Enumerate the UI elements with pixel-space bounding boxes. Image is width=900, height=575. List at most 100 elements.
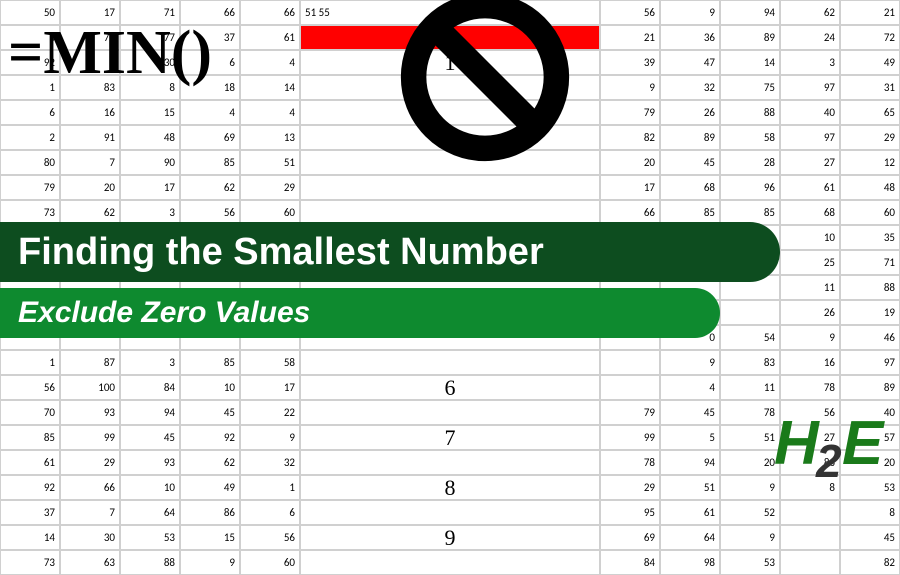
grid-cell: 58 (240, 350, 300, 375)
grid-cell: 49 (180, 475, 240, 500)
title-text: Finding the Smallest Number (18, 231, 544, 274)
grid-cell: 70 (0, 400, 60, 425)
grid-cell: 20 (720, 450, 780, 475)
grid-cell-center (300, 175, 600, 200)
grid-cell: 53 (720, 550, 780, 575)
grid-cell: 2 (0, 125, 60, 150)
grid-cell: 8 (840, 500, 900, 525)
grid-cell: 53 (120, 525, 180, 550)
grid-cell: 48 (840, 175, 900, 200)
grid-cell: 58 (720, 125, 780, 150)
grid-cell: 71 (840, 250, 900, 275)
grid-cell: 11 (720, 375, 780, 400)
grid-cell: 92 (0, 475, 60, 500)
grid-cell: 10 (780, 225, 840, 250)
grid-cell: 21 (600, 25, 660, 50)
grid-cell: 16 (780, 350, 840, 375)
grid-cell: 17 (120, 175, 180, 200)
grid-cell: 9 (180, 550, 240, 575)
grid-cell: 24 (780, 25, 840, 50)
grid-cell: 69 (600, 525, 660, 550)
grid-cell-center: 6 (300, 375, 600, 400)
grid-cell: 62 (180, 175, 240, 200)
grid-cell: 72 (840, 25, 900, 50)
grid-cell-center (300, 500, 600, 525)
grid-cell: 78 (780, 375, 840, 400)
grid-cell: 13 (240, 125, 300, 150)
grid-cell: 29 (240, 175, 300, 200)
grid-cell: 4 (180, 100, 240, 125)
grid-cell: 62 (780, 0, 840, 25)
grid-cell: 56 (0, 375, 60, 400)
grid-cell: 27 (780, 150, 840, 175)
grid-cell (780, 550, 840, 575)
grid-cell: 88 (120, 550, 180, 575)
grid-cell: 26 (660, 100, 720, 125)
grid-cell: 82 (840, 550, 900, 575)
grid-cell: 6 (240, 500, 300, 525)
grid-cell: 97 (840, 350, 900, 375)
grid-cell: 64 (660, 525, 720, 550)
grid-cell: 9 (600, 75, 660, 100)
grid-cell: 15 (120, 100, 180, 125)
grid-cell: 93 (120, 450, 180, 475)
subtitle-banner: Exclude Zero Values (0, 288, 720, 338)
grid-cell: 80 (0, 150, 60, 175)
grid-cell: 75 (720, 75, 780, 100)
grid-cell: 29 (600, 475, 660, 500)
grid-cell: 56 (600, 0, 660, 25)
grid-cell: 14 (0, 525, 60, 550)
grid-cell-center: 8 (300, 475, 600, 500)
grid-cell: 94 (720, 0, 780, 25)
grid-cell: 61 (660, 500, 720, 525)
grid-cell: 9 (780, 325, 840, 350)
grid-cell: 11 (780, 275, 840, 300)
grid-cell-center: 7 (300, 425, 600, 450)
grid-cell: 10 (180, 375, 240, 400)
grid-cell: 3 (780, 50, 840, 75)
grid-cell (720, 300, 780, 325)
grid-cell: 88 (840, 275, 900, 300)
grid-cell: 61 (0, 450, 60, 475)
grid-cell: 65 (840, 100, 900, 125)
grid-cell: 4 (240, 100, 300, 125)
grid-cell: 86 (180, 500, 240, 525)
grid-cell: 66 (60, 475, 120, 500)
grid-cell: 7 (60, 500, 120, 525)
grid-cell: 15 (180, 525, 240, 550)
grid-cell: 51 (660, 475, 720, 500)
grid-cell: 45 (660, 150, 720, 175)
grid-cell: 25 (780, 250, 840, 275)
grid-cell: 99 (600, 425, 660, 450)
grid-cell (780, 500, 840, 525)
grid-cell: 4 (240, 50, 300, 75)
grid-cell: 40 (780, 100, 840, 125)
grid-cell: 26 (780, 300, 840, 325)
grid-cell: 1 (240, 475, 300, 500)
grid-cell: 54 (720, 325, 780, 350)
grid-cell: 61 (240, 25, 300, 50)
grid-cell: 63 (60, 550, 120, 575)
grid-cell (600, 375, 660, 400)
grid-cell: 96 (720, 175, 780, 200)
grid-cell: 84 (600, 550, 660, 575)
grid-cell: 14 (720, 50, 780, 75)
grid-cell: 64 (120, 500, 180, 525)
grid-cell: 45 (660, 400, 720, 425)
grid-cell: 97 (780, 75, 840, 100)
grid-cell: 32 (240, 450, 300, 475)
grid-cell: 48 (120, 125, 180, 150)
grid-cell: 60 (840, 200, 900, 225)
grid-cell: 91 (60, 125, 120, 150)
grid-cell: 51 (720, 425, 780, 450)
grid-cell: 39 (600, 50, 660, 75)
grid-cell: 9 (240, 425, 300, 450)
grid-cell-center (300, 450, 600, 475)
grid-cell: 68 (780, 200, 840, 225)
grid-cell: 56 (240, 525, 300, 550)
grid-cell: 85 (0, 425, 60, 450)
grid-cell: 47 (660, 50, 720, 75)
grid-cell: 14 (240, 75, 300, 100)
grid-cell: 83 (720, 350, 780, 375)
grid-cell: 79 (0, 175, 60, 200)
